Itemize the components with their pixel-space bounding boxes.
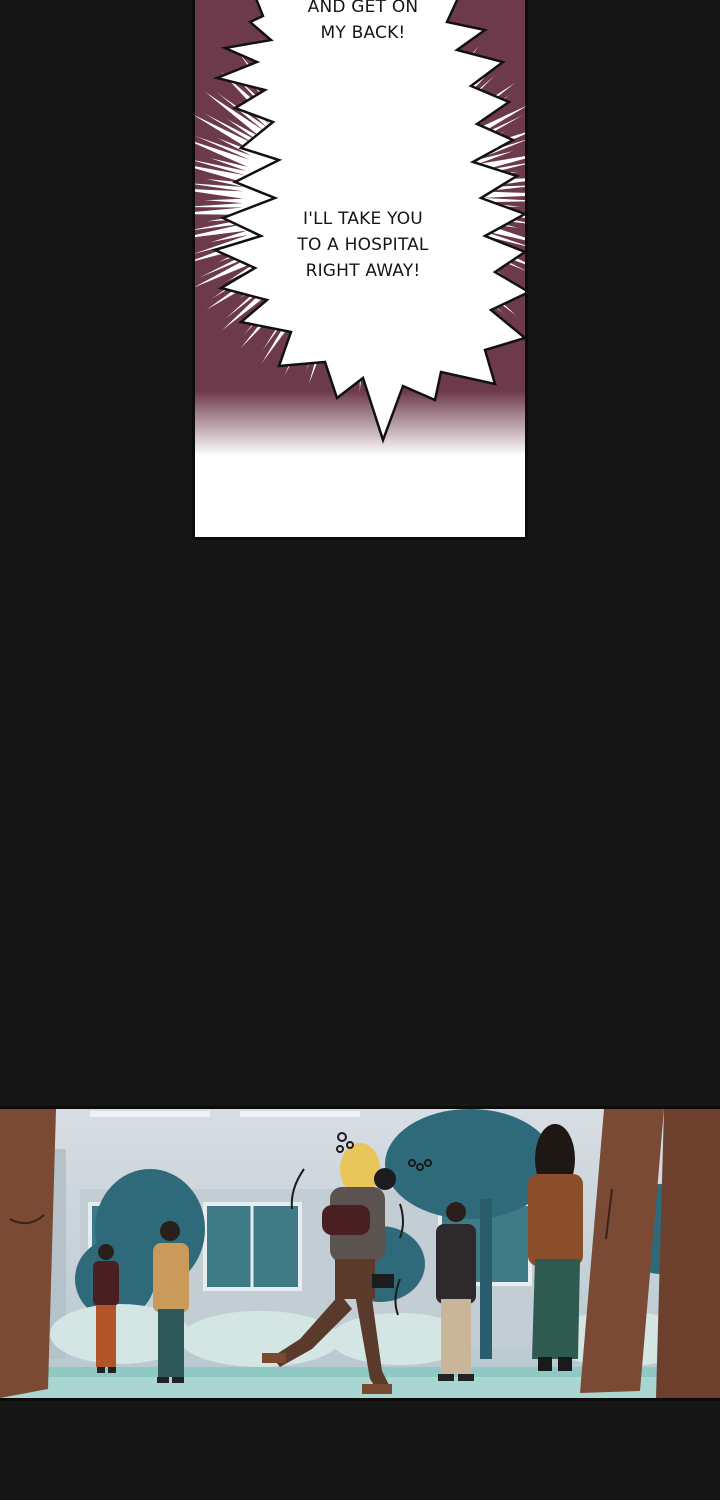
woman-long-hair bbox=[528, 1124, 583, 1371]
pedestrian-left-small bbox=[93, 1244, 119, 1373]
speech-panel: AND GET ON MY BACK! I'LL TAKE YOU TO A H… bbox=[192, 0, 528, 540]
speech-line: AND GET ON bbox=[307, 0, 419, 17]
speech-line: TO A HOSPITAL bbox=[297, 235, 429, 255]
speech-line: I'LL TAKE YOU bbox=[303, 209, 423, 229]
speech-text-main: I'LL TAKE YOU TO A HOSPITAL RIGHT AWAY! bbox=[253, 206, 473, 284]
speech-line: MY BACK! bbox=[320, 23, 406, 43]
foreground-legs-left bbox=[0, 1109, 56, 1398]
street-scene-illustration bbox=[0, 1109, 720, 1398]
pedestrian-dark-coat bbox=[436, 1202, 476, 1381]
comic-page: AND GET ON MY BACK! I'LL TAKE YOU TO A H… bbox=[0, 0, 720, 1500]
speech-line: RIGHT AWAY! bbox=[305, 261, 421, 281]
speech-text-top: AND GET ON MY BACK! bbox=[253, 0, 473, 46]
street-scene-panel bbox=[0, 1106, 720, 1401]
pedestrian-yellow-sweater bbox=[153, 1221, 189, 1383]
